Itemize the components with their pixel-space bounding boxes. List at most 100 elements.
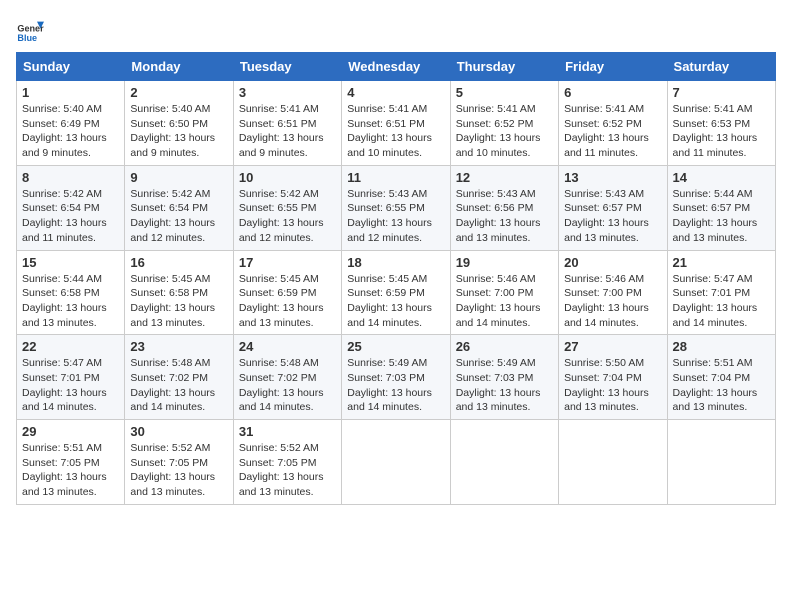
day-number: 6 bbox=[564, 85, 661, 100]
calendar-cell: 1 Sunrise: 5:40 AMSunset: 6:49 PMDaylight… bbox=[17, 81, 125, 166]
calendar-cell: 22Sunrise: 5:47 AMSunset: 7:01 PMDayligh… bbox=[17, 335, 125, 420]
calendar-cell: 14 Sunrise: 5:44 AMSunset: 6:57 PMDayligh… bbox=[667, 165, 775, 250]
calendar-cell: 3 Sunrise: 5:41 AMSunset: 6:51 PMDaylight… bbox=[233, 81, 341, 166]
day-info: Sunrise: 5:45 AMSunset: 6:59 PMDaylight:… bbox=[347, 273, 432, 329]
day-info: Sunrise: 5:45 AMSunset: 6:59 PMDaylight:… bbox=[239, 273, 324, 329]
day-info: Sunrise: 5:47 AMSunset: 7:01 PMDaylight:… bbox=[22, 357, 107, 413]
day-number: 20 bbox=[564, 255, 661, 270]
day-info: Sunrise: 5:41 AMSunset: 6:51 PMDaylight:… bbox=[347, 103, 432, 159]
day-info: Sunrise: 5:42 AMSunset: 6:54 PMDaylight:… bbox=[22, 188, 107, 244]
calendar-cell bbox=[559, 420, 667, 505]
day-info: Sunrise: 5:49 AMSunset: 7:03 PMDaylight:… bbox=[347, 357, 432, 413]
calendar-cell: 9 Sunrise: 5:42 AMSunset: 6:54 PMDaylight… bbox=[125, 165, 233, 250]
day-info: Sunrise: 5:52 AMSunset: 7:05 PMDaylight:… bbox=[130, 442, 215, 498]
day-number: 4 bbox=[347, 85, 444, 100]
day-number: 25 bbox=[347, 339, 444, 354]
day-info: Sunrise: 5:41 AMSunset: 6:52 PMDaylight:… bbox=[456, 103, 541, 159]
day-number: 8 bbox=[22, 170, 119, 185]
day-number: 27 bbox=[564, 339, 661, 354]
calendar-cell bbox=[450, 420, 558, 505]
calendar-cell: 21 Sunrise: 5:47 AMSunset: 7:01 PMDayligh… bbox=[667, 250, 775, 335]
day-number: 14 bbox=[673, 170, 770, 185]
calendar-cell bbox=[342, 420, 450, 505]
day-number: 17 bbox=[239, 255, 336, 270]
calendar-cell: 2Sunrise: 5:40 AMSunset: 6:50 PMDaylight… bbox=[125, 81, 233, 166]
day-number: 1 bbox=[22, 85, 119, 100]
day-info: Sunrise: 5:49 AMSunset: 7:03 PMDaylight:… bbox=[456, 357, 541, 413]
day-number: 21 bbox=[673, 255, 770, 270]
calendar-cell: 4 Sunrise: 5:41 AMSunset: 6:51 PMDaylight… bbox=[342, 81, 450, 166]
calendar-cell: 15 Sunrise: 5:44 AMSunset: 6:58 PMDayligh… bbox=[17, 250, 125, 335]
day-number: 16 bbox=[130, 255, 227, 270]
calendar-cell: 24Sunrise: 5:48 AMSunset: 7:02 PMDayligh… bbox=[233, 335, 341, 420]
day-info: Sunrise: 5:44 AMSunset: 6:58 PMDaylight:… bbox=[22, 273, 107, 329]
day-number: 13 bbox=[564, 170, 661, 185]
calendar-cell: 17 Sunrise: 5:45 AMSunset: 6:59 PMDayligh… bbox=[233, 250, 341, 335]
day-info: Sunrise: 5:43 AMSunset: 6:55 PMDaylight:… bbox=[347, 188, 432, 244]
calendar-cell: 26 Sunrise: 5:49 AMSunset: 7:03 PMDayligh… bbox=[450, 335, 558, 420]
calendar-body: 1 Sunrise: 5:40 AMSunset: 6:49 PMDaylight… bbox=[17, 81, 776, 505]
calendar-cell: 29 Sunrise: 5:51 AMSunset: 7:05 PMDayligh… bbox=[17, 420, 125, 505]
calendar-cell: 23 Sunrise: 5:48 AMSunset: 7:02 PMDayligh… bbox=[125, 335, 233, 420]
calendar-cell: 16 Sunrise: 5:45 AMSunset: 6:58 PMDayligh… bbox=[125, 250, 233, 335]
calendar-cell: 20Sunrise: 5:46 AMSunset: 7:00 PMDayligh… bbox=[559, 250, 667, 335]
dow-monday: Monday bbox=[125, 53, 233, 81]
day-number: 5 bbox=[456, 85, 553, 100]
day-number: 29 bbox=[22, 424, 119, 439]
logo: General Blue bbox=[16, 16, 46, 44]
day-number: 10 bbox=[239, 170, 336, 185]
calendar-cell: 8 Sunrise: 5:42 AMSunset: 6:54 PMDaylight… bbox=[17, 165, 125, 250]
day-info: Sunrise: 5:45 AMSunset: 6:58 PMDaylight:… bbox=[130, 273, 215, 329]
calendar-cell: 7Sunrise: 5:41 AMSunset: 6:53 PMDaylight… bbox=[667, 81, 775, 166]
day-number: 15 bbox=[22, 255, 119, 270]
day-number: 26 bbox=[456, 339, 553, 354]
calendar-cell: 28Sunrise: 5:51 AMSunset: 7:04 PMDayligh… bbox=[667, 335, 775, 420]
day-number: 12 bbox=[456, 170, 553, 185]
day-number: 18 bbox=[347, 255, 444, 270]
dow-tuesday: Tuesday bbox=[233, 53, 341, 81]
header: General Blue bbox=[16, 16, 776, 44]
day-of-week-header: SundayMondayTuesdayWednesdayThursdayFrid… bbox=[17, 53, 776, 81]
week-row-4: 22Sunrise: 5:47 AMSunset: 7:01 PMDayligh… bbox=[17, 335, 776, 420]
day-info: Sunrise: 5:51 AMSunset: 7:05 PMDaylight:… bbox=[22, 442, 107, 498]
day-info: Sunrise: 5:42 AMSunset: 6:55 PMDaylight:… bbox=[239, 188, 324, 244]
calendar-cell: 12Sunrise: 5:43 AMSunset: 6:56 PMDayligh… bbox=[450, 165, 558, 250]
dow-sunday: Sunday bbox=[17, 53, 125, 81]
day-info: Sunrise: 5:47 AMSunset: 7:01 PMDaylight:… bbox=[673, 273, 758, 329]
day-info: Sunrise: 5:52 AMSunset: 7:05 PMDaylight:… bbox=[239, 442, 324, 498]
day-number: 2 bbox=[130, 85, 227, 100]
day-info: Sunrise: 5:44 AMSunset: 6:57 PMDaylight:… bbox=[673, 188, 758, 244]
dow-saturday: Saturday bbox=[667, 53, 775, 81]
day-info: Sunrise: 5:46 AMSunset: 7:00 PMDaylight:… bbox=[456, 273, 541, 329]
dow-thursday: Thursday bbox=[450, 53, 558, 81]
day-info: Sunrise: 5:40 AMSunset: 6:49 PMDaylight:… bbox=[22, 103, 107, 159]
day-number: 3 bbox=[239, 85, 336, 100]
day-number: 11 bbox=[347, 170, 444, 185]
calendar-table: SundayMondayTuesdayWednesdayThursdayFrid… bbox=[16, 52, 776, 505]
day-number: 7 bbox=[673, 85, 770, 100]
day-info: Sunrise: 5:51 AMSunset: 7:04 PMDaylight:… bbox=[673, 357, 758, 413]
calendar-cell: 6Sunrise: 5:41 AMSunset: 6:52 PMDaylight… bbox=[559, 81, 667, 166]
day-number: 23 bbox=[130, 339, 227, 354]
calendar-cell: 18 Sunrise: 5:45 AMSunset: 6:59 PMDayligh… bbox=[342, 250, 450, 335]
calendar-cell: 11 Sunrise: 5:43 AMSunset: 6:55 PMDayligh… bbox=[342, 165, 450, 250]
day-number: 30 bbox=[130, 424, 227, 439]
calendar-cell: 27Sunrise: 5:50 AMSunset: 7:04 PMDayligh… bbox=[559, 335, 667, 420]
day-number: 31 bbox=[239, 424, 336, 439]
week-row-5: 29 Sunrise: 5:51 AMSunset: 7:05 PMDayligh… bbox=[17, 420, 776, 505]
day-info: Sunrise: 5:42 AMSunset: 6:54 PMDaylight:… bbox=[130, 188, 215, 244]
calendar-cell: 5 Sunrise: 5:41 AMSunset: 6:52 PMDaylight… bbox=[450, 81, 558, 166]
day-number: 19 bbox=[456, 255, 553, 270]
calendar-cell bbox=[667, 420, 775, 505]
svg-text:Blue: Blue bbox=[17, 33, 37, 43]
calendar-cell: 13Sunrise: 5:43 AMSunset: 6:57 PMDayligh… bbox=[559, 165, 667, 250]
day-info: Sunrise: 5:48 AMSunset: 7:02 PMDaylight:… bbox=[130, 357, 215, 413]
day-info: Sunrise: 5:41 AMSunset: 6:51 PMDaylight:… bbox=[239, 103, 324, 159]
day-number: 24 bbox=[239, 339, 336, 354]
week-row-1: 1 Sunrise: 5:40 AMSunset: 6:49 PMDaylight… bbox=[17, 81, 776, 166]
calendar-cell: 19 Sunrise: 5:46 AMSunset: 7:00 PMDayligh… bbox=[450, 250, 558, 335]
calendar-cell: 30 Sunrise: 5:52 AMSunset: 7:05 PMDayligh… bbox=[125, 420, 233, 505]
day-number: 9 bbox=[130, 170, 227, 185]
dow-friday: Friday bbox=[559, 53, 667, 81]
week-row-3: 15 Sunrise: 5:44 AMSunset: 6:58 PMDayligh… bbox=[17, 250, 776, 335]
